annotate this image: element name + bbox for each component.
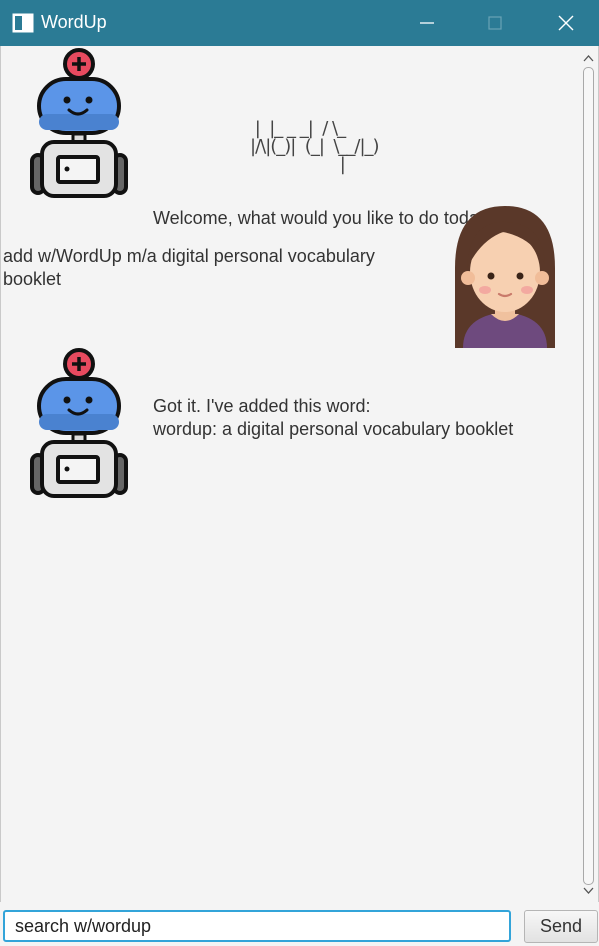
minimize-button[interactable] xyxy=(394,0,460,46)
bot-message-line: wordup: a digital personal vocabulary bo… xyxy=(153,419,514,439)
minimize-icon xyxy=(420,22,434,24)
maximize-icon xyxy=(488,16,502,30)
vertical-scrollbar[interactable] xyxy=(580,48,597,902)
user-message: add w/WordUp m/a digital personal vocabu… xyxy=(3,246,375,289)
bot-message: Got it. I've added this word: wordup: a … xyxy=(153,395,513,441)
chat-scroll-area[interactable]: | |_ _ _| / \_ |/\|(_)| (_| \__/|_) | We… xyxy=(0,46,580,902)
title-bar: WordUp xyxy=(0,0,599,46)
window-title: WordUp xyxy=(41,12,107,32)
command-input[interactable] xyxy=(3,910,511,942)
maximize-button[interactable] xyxy=(462,0,528,46)
bot-message-line: Got it. I've added this word: xyxy=(153,396,371,416)
send-button[interactable]: Send xyxy=(524,910,598,943)
window-app-icon xyxy=(12,13,34,33)
robot-icon xyxy=(30,348,128,498)
scroll-up-arrow-icon[interactable] xyxy=(583,54,594,62)
robot-icon xyxy=(30,48,128,198)
banner-line: | xyxy=(250,154,346,175)
input-bar: Send xyxy=(0,902,599,946)
scrollbar-thumb[interactable] xyxy=(583,67,594,885)
woman-avatar xyxy=(455,206,555,348)
close-icon xyxy=(558,15,574,31)
close-button[interactable] xyxy=(533,0,599,46)
scroll-down-arrow-icon[interactable] xyxy=(583,887,594,895)
ascii-banner: | |_ _ _| / \_ |/\|(_)| (_| \__/|_) | xyxy=(250,120,380,175)
